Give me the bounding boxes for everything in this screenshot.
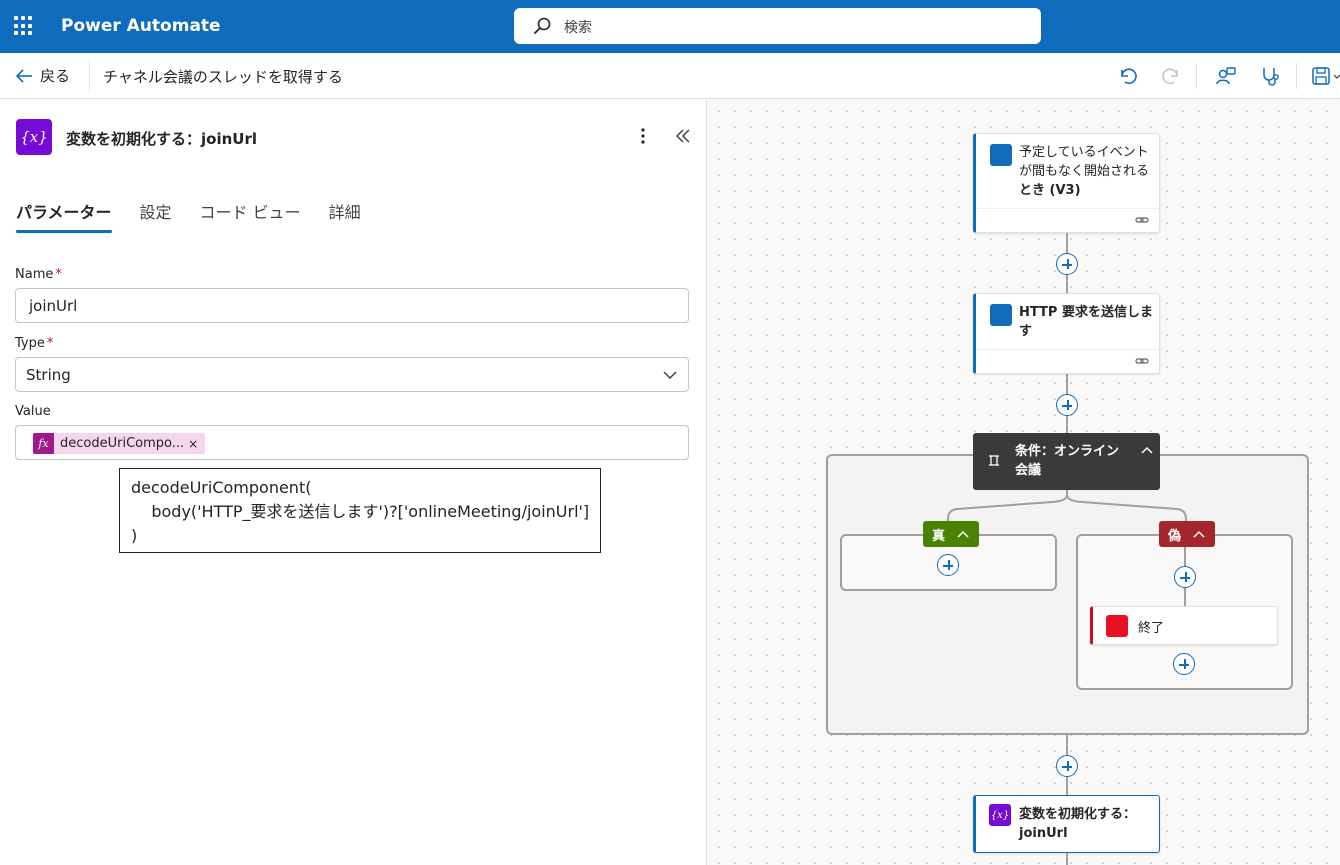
- http-label: HTTP 要求を送信しま す: [1019, 303, 1153, 341]
- expression-tooltip: decodeUriComponent( body('HTTP_要求を送信します'…: [119, 468, 601, 553]
- chevron-up-icon[interactable]: [1140, 445, 1154, 455]
- outlook-icon: [990, 144, 1012, 166]
- type-select[interactable]: String: [15, 357, 689, 392]
- trigger-card[interactable]: 予定しているイベント が間もなく開始される とき (V3): [973, 133, 1160, 233]
- search-placeholder[interactable]: 検索: [564, 17, 592, 37]
- trigger-label-line: 予定しているイベント: [1019, 145, 1149, 160]
- tab-details[interactable]: 詳細: [329, 199, 361, 233]
- add-action-button[interactable]: [937, 554, 959, 576]
- required-mark: *: [55, 267, 62, 282]
- trigger-label-line: とき (V3): [1019, 183, 1081, 198]
- connector: [1066, 853, 1068, 865]
- condition-card[interactable]: 条件：オンライン 会議: [973, 433, 1160, 490]
- type-label-text: Type: [15, 336, 45, 351]
- tab-settings[interactable]: 設定: [140, 199, 172, 233]
- condition-icon: [989, 455, 999, 466]
- divider: [89, 61, 90, 91]
- link-icon: [1135, 217, 1149, 223]
- http-request-card[interactable]: HTTP 要求を送信しま す: [973, 293, 1160, 374]
- back-label: 戻る: [40, 67, 71, 85]
- chevron-down-icon[interactable]: [1334, 73, 1340, 81]
- true-branch-label[interactable]: 真: [923, 521, 980, 547]
- trigger-label: 予定しているイベント が間もなく開始される とき (V3): [1019, 143, 1149, 200]
- tab-parameters[interactable]: パラメーター: [16, 199, 112, 233]
- terminate-card[interactable]: 終了: [1090, 606, 1278, 645]
- redo-icon[interactable]: [1161, 65, 1183, 87]
- collapse-panel-icon[interactable]: [672, 125, 694, 147]
- panel-tabs: パラメーター 設定 コード ビュー 詳細: [16, 199, 361, 233]
- add-action-button[interactable]: [1174, 566, 1196, 588]
- init-var-label: 変数を初期化する： joinUrl: [1019, 805, 1136, 843]
- false-branch-label[interactable]: 偽: [1159, 521, 1216, 547]
- add-action-button[interactable]: [1056, 253, 1078, 275]
- add-action-button[interactable]: [1173, 653, 1195, 675]
- expression-line: decodeUriComponent(: [131, 478, 312, 497]
- app-header: Power Automate 検索: [0, 0, 1340, 53]
- divider: [1296, 63, 1297, 89]
- search-icon: [534, 17, 551, 34]
- flow-checker-icon[interactable]: [1260, 65, 1282, 87]
- http-label-line: す: [1019, 324, 1033, 339]
- link-icon: [1135, 358, 1149, 364]
- token-label: decodeUriCompo...: [60, 436, 185, 451]
- value-input[interactable]: fx decodeUriCompo... ×: [15, 425, 689, 460]
- init-var-label-line: 変数を初期化する：: [1019, 807, 1137, 822]
- chevron-up-icon: [957, 530, 969, 538]
- init-var-label-line: joinUrl: [1019, 826, 1068, 841]
- copilot-chat-icon[interactable]: [1215, 65, 1237, 87]
- flow-title: チャネル会議のスレッドを取得する: [103, 68, 343, 86]
- false-label-text: 偽: [1168, 528, 1182, 544]
- card-footer: [976, 349, 1159, 373]
- remove-token-button[interactable]: ×: [188, 437, 205, 451]
- arrow-left-icon: [15, 68, 32, 83]
- name-label-text: Name: [15, 267, 54, 282]
- required-mark: *: [46, 336, 54, 351]
- type-select-value: String: [26, 366, 71, 384]
- name-input-value: joinUrl: [29, 297, 78, 315]
- http-label-line: HTTP 要求を送信しま: [1019, 305, 1153, 320]
- flow-canvas[interactable]: 予定しているイベント が間もなく開始される とき (V3) HTTP 要求を送信…: [707, 99, 1340, 865]
- save-icon[interactable]: [1310, 65, 1332, 87]
- chevron-down-icon: [663, 371, 677, 380]
- terminate-icon: [1106, 615, 1128, 637]
- action-details-panel: {x} 変数を初期化する：joinUrl パラメーター 設定 コード ビュー 詳…: [0, 99, 707, 865]
- name-field-label: Name *: [15, 267, 62, 282]
- add-action-button[interactable]: [1056, 394, 1078, 416]
- chevron-up-icon: [1193, 530, 1205, 538]
- condition-label-line: 会議: [1015, 463, 1042, 478]
- condition-label-line: 条件：オンライン: [1015, 444, 1120, 459]
- divider: [1196, 63, 1197, 89]
- back-button[interactable]: 戻る: [14, 65, 70, 86]
- expression-line: ): [131, 526, 138, 545]
- more-options-icon[interactable]: [634, 125, 652, 147]
- search-box[interactable]: 検索: [514, 8, 1041, 44]
- type-field-label: Type *: [15, 336, 53, 351]
- app-title[interactable]: Power Automate: [61, 16, 221, 36]
- terminate-label: 終了: [1138, 621, 1165, 636]
- true-label-text: 真: [932, 528, 946, 544]
- app-launcher-icon[interactable]: [14, 16, 34, 36]
- name-input[interactable]: joinUrl: [15, 288, 689, 323]
- panel-title: 変数を初期化する：joinUrl: [66, 130, 257, 148]
- expression-line: body('HTTP_要求を送信します')?['onlineMeeting/jo…: [131, 502, 590, 521]
- command-bar: 戻る チャネル会議のスレッドを取得する: [0, 53, 1340, 99]
- variable-icon: {x}: [989, 804, 1011, 826]
- tab-code-view[interactable]: コード ビュー: [200, 199, 301, 233]
- condition-label: 条件：オンライン 会議: [1015, 442, 1119, 480]
- outlook-icon: [990, 304, 1012, 326]
- trigger-label-line: が間もなく開始される: [1019, 164, 1150, 179]
- initialize-variable-card[interactable]: {x} 変数を初期化する： joinUrl: [973, 795, 1160, 853]
- variable-icon: {x}: [16, 119, 52, 155]
- add-action-button[interactable]: [1056, 755, 1078, 777]
- card-footer: [976, 208, 1159, 232]
- expression-token[interactable]: fx decodeUriCompo... ×: [33, 433, 206, 454]
- function-icon: fx: [33, 433, 54, 454]
- value-field-label: Value: [15, 404, 51, 419]
- undo-icon[interactable]: [1116, 65, 1138, 87]
